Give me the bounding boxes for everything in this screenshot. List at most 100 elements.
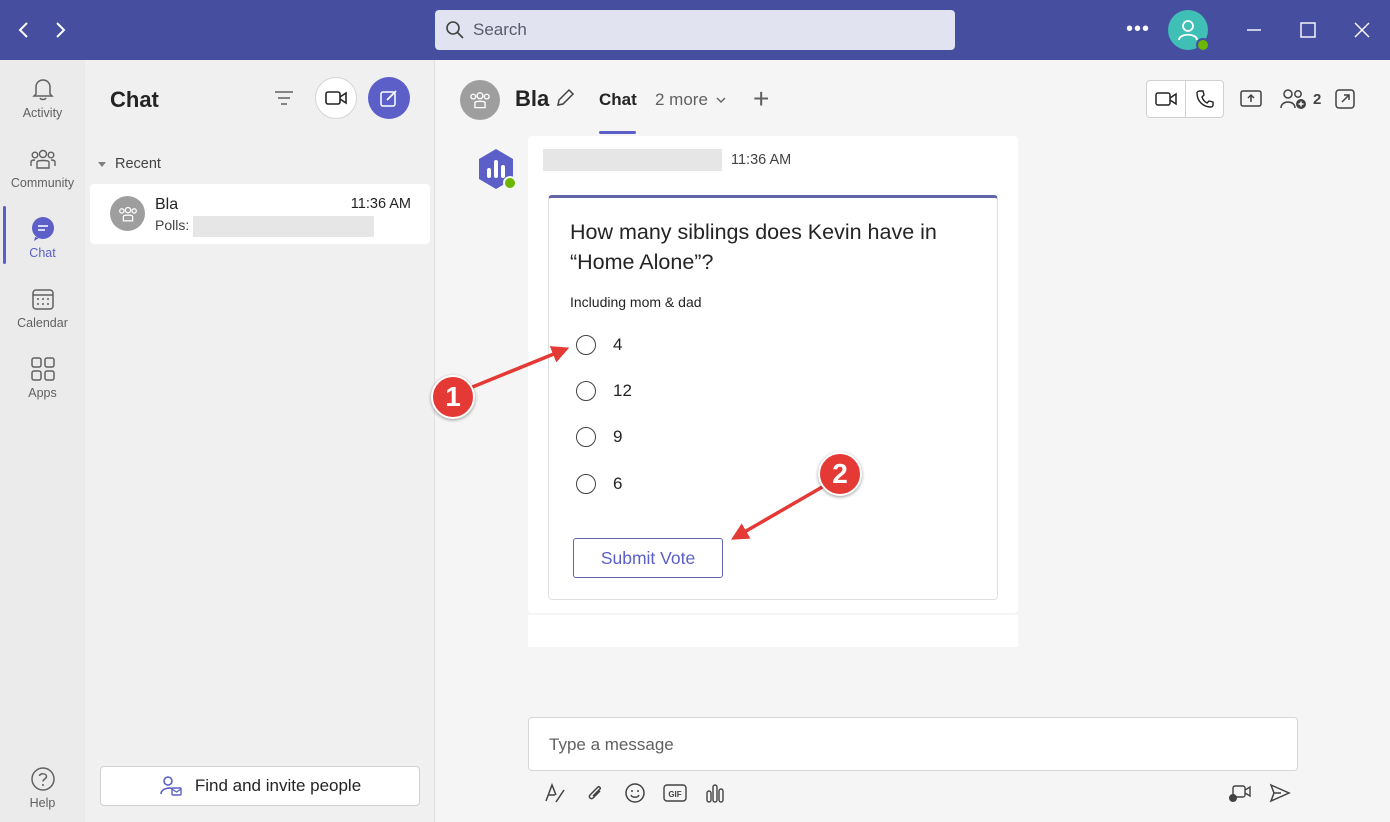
format-icon <box>545 782 565 803</box>
popout-button[interactable] <box>1334 88 1356 115</box>
conversation-pane: Bla Chat 2 more + 2 11:36 AM How many si… <box>435 60 1390 822</box>
format-button[interactable] <box>535 778 575 808</box>
radio-button[interactable] <box>576 381 596 401</box>
send-icon <box>1269 783 1291 803</box>
chevron-down-icon <box>716 97 726 103</box>
video-icon <box>1155 92 1177 106</box>
rail-item-label: Help <box>29 796 56 810</box>
add-tab-button[interactable]: + <box>753 85 769 113</box>
rail-item-label: Community <box>10 176 75 190</box>
rail-item-calendar[interactable]: Calendar <box>0 276 85 340</box>
annotation-badge: 1 <box>431 375 475 419</box>
community-icon <box>29 149 56 169</box>
profile-avatar[interactable] <box>1168 10 1210 52</box>
forward-button[interactable] <box>46 16 74 44</box>
attach-button[interactable] <box>575 778 615 808</box>
section-label: Recent <box>115 156 161 172</box>
message-bubble-continuation <box>528 615 1018 647</box>
group-avatar <box>110 196 145 231</box>
chevron-right-icon <box>56 22 66 38</box>
find-invite-label: Find and invite people <box>194 776 362 795</box>
search-box[interactable]: Search <box>435 10 955 50</box>
search-placeholder: Search <box>473 20 527 39</box>
submit-vote-button[interactable]: Submit Vote <box>573 538 723 578</box>
group-icon <box>470 92 490 109</box>
chat-icon <box>31 217 54 241</box>
participants-button[interactable]: 2 <box>1280 88 1321 110</box>
maximize-button[interactable] <box>1294 16 1322 44</box>
chat-list-item[interactable]: Bla 11:36 AM Polls: <box>90 184 430 244</box>
poll-option[interactable]: 6 <box>576 474 622 494</box>
filter-button[interactable] <box>273 88 295 113</box>
poll-card: How many siblings does Kevin have in “Ho… <box>548 195 998 600</box>
rail-item-chat[interactable]: Chat <box>0 206 85 270</box>
apps-icon <box>30 357 55 381</box>
emoji-button[interactable] <box>615 778 655 808</box>
video-clip-icon <box>1229 785 1251 802</box>
tab-chat[interactable]: Chat <box>599 90 637 110</box>
poll-option[interactable]: 4 <box>576 335 622 355</box>
minimize-icon <box>1247 29 1261 31</box>
poll-question: How many siblings does Kevin have in “Ho… <box>570 220 937 274</box>
group-icon <box>118 206 137 222</box>
group-avatar <box>460 80 500 120</box>
active-tab-underline <box>599 131 636 134</box>
send-button[interactable] <box>1260 778 1300 808</box>
more-options-button[interactable]: ••• <box>1126 18 1150 41</box>
chat-preview: Polls: <box>155 217 190 233</box>
video-call-button[interactable] <box>1147 81 1185 117</box>
rail-item-community[interactable]: Community <box>0 136 85 200</box>
gif-button[interactable]: GIF <box>655 778 695 808</box>
option-label: 12 <box>613 381 632 400</box>
close-icon <box>1354 22 1370 38</box>
new-chat-button[interactable] <box>368 77 410 119</box>
rename-button[interactable] <box>554 87 576 114</box>
radio-button[interactable] <box>576 427 596 447</box>
compose-box[interactable]: Type a message <box>528 717 1298 771</box>
audio-call-button[interactable] <box>1185 81 1223 117</box>
option-label: 6 <box>613 474 623 493</box>
video-clip-button[interactable] <box>1220 778 1260 808</box>
close-button[interactable] <box>1348 16 1376 44</box>
meet-now-button[interactable] <box>315 77 357 119</box>
back-button[interactable] <box>10 16 38 44</box>
presence-available-icon <box>503 176 517 190</box>
rail-item-apps[interactable]: Apps <box>0 346 85 410</box>
video-icon <box>325 91 347 105</box>
redacted-sender <box>543 149 722 171</box>
gif-icon: GIF <box>663 784 687 802</box>
polls-icon <box>706 784 724 803</box>
polls-button[interactable] <box>695 778 735 808</box>
radio-button[interactable] <box>576 335 596 355</box>
pencil-icon <box>557 88 575 106</box>
find-invite-button[interactable]: Find and invite people <box>100 766 420 806</box>
chat-name: Bla <box>155 196 179 213</box>
participant-count: 2 <box>1313 90 1322 108</box>
rail-item-help[interactable]: Help <box>0 756 85 820</box>
rail-item-label: Chat <box>29 246 56 260</box>
conversation-header: Bla Chat 2 more + 2 <box>435 60 1390 135</box>
minimize-button[interactable] <box>1240 16 1268 44</box>
compose-actions <box>1220 778 1300 808</box>
chevron-left-icon <box>18 22 28 38</box>
help-icon <box>30 767 55 791</box>
filter-icon <box>275 91 293 105</box>
radio-button[interactable] <box>576 474 596 494</box>
people-add-icon <box>1280 89 1306 109</box>
share-icon <box>1240 90 1262 107</box>
paperclip-icon <box>588 786 601 800</box>
rail-item-activity[interactable]: Activity <box>0 66 85 130</box>
message-time: 11:36 AM <box>731 152 792 168</box>
app-rail: Activity Community Chat Calendar Apps He… <box>0 60 85 822</box>
share-screen-button[interactable] <box>1240 88 1262 113</box>
poll-option[interactable]: 12 <box>576 381 632 401</box>
message-bubble: 11:36 AM How many siblings does Kevin ha… <box>528 136 1018 613</box>
annotation-badge: 2 <box>818 452 862 496</box>
rail-item-label: Activity <box>22 106 63 120</box>
more-tabs-button[interactable]: 2 more <box>655 90 728 110</box>
poll-option[interactable]: 9 <box>576 427 622 447</box>
chat-time: 11:36 AM <box>350 196 411 212</box>
recent-section-header[interactable]: Recent <box>98 156 161 172</box>
poll-subtitle: Including mom & dad <box>570 294 702 310</box>
polls-bot-avatar[interactable] <box>475 148 517 190</box>
